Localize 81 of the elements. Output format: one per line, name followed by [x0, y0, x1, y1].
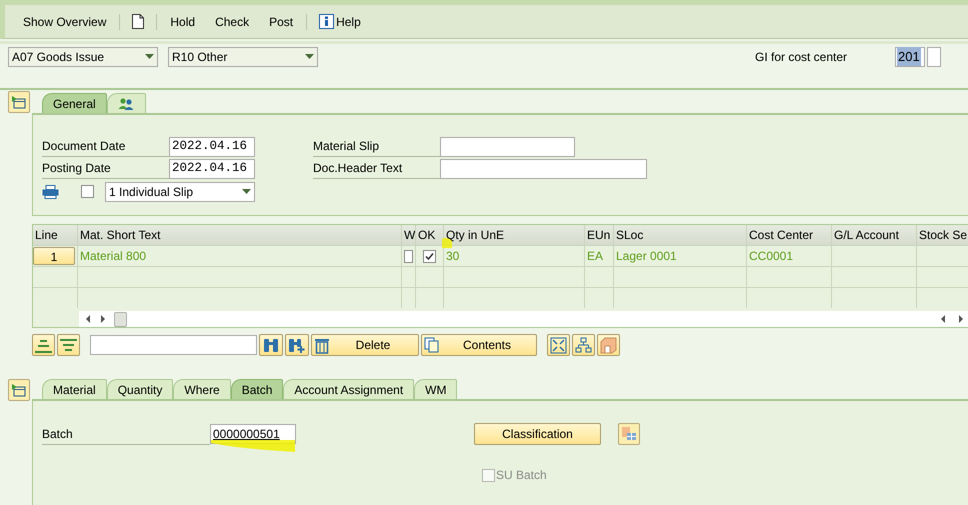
checkbox[interactable] — [81, 185, 94, 198]
checkbox[interactable] — [404, 250, 413, 262]
table-cell: Lager 0001 — [614, 246, 747, 266]
document-icon — [132, 14, 144, 29]
input-field[interactable] — [927, 46, 941, 66]
toolbar-button[interactable]: Hold — [169, 12, 196, 30]
column-header: SLoc — [614, 225, 747, 245]
contents-button[interactable]: Contents — [421, 334, 537, 356]
hierarchy-icon — [575, 336, 592, 354]
warehouse-button[interactable] — [597, 334, 620, 356]
row-number-button[interactable]: 1 — [33, 247, 75, 265]
info-icon — [319, 14, 334, 29]
panel-icon — [12, 96, 26, 108]
checkbox[interactable] — [423, 250, 436, 262]
date-field[interactable]: 2022.04.16 — [169, 136, 255, 156]
expand-icon — [550, 336, 567, 354]
caret-icon — [242, 189, 251, 194]
people-icon — [118, 97, 135, 110]
documents-icon — [424, 337, 440, 353]
table-cell: EA — [585, 246, 614, 266]
input-field[interactable] — [440, 158, 647, 178]
scrollbar[interactable] — [79, 311, 968, 327]
layout-button[interactable] — [8, 379, 30, 401]
toolbar-button[interactable]: Show Overview — [22, 12, 108, 30]
input-field[interactable]: 201 — [895, 46, 925, 66]
align-top-icon — [35, 338, 52, 352]
classification-button[interactable]: Classification — [474, 423, 601, 445]
column-header: EUn — [585, 225, 614, 245]
checkbox[interactable] — [482, 468, 495, 482]
column-header: G/L Account — [832, 225, 917, 245]
toolbar-button[interactable]: Post — [268, 12, 294, 30]
dropdown[interactable]: R10 Other — [168, 46, 318, 66]
table-view-button[interactable] — [618, 423, 640, 445]
expand-button[interactable] — [547, 334, 570, 356]
arrow-left-icon — [939, 315, 947, 323]
dropdown[interactable]: 1 Individual Slip — [105, 182, 255, 202]
find-next-button[interactable] — [285, 334, 309, 356]
toolbar-button[interactable]: Check — [214, 12, 250, 30]
tab[interactable]: Quantity — [106, 379, 174, 399]
tab[interactable]: Where — [173, 379, 231, 399]
input-field[interactable] — [90, 335, 257, 355]
arrow-right-icon — [957, 315, 965, 323]
column-header: Line — [33, 225, 78, 245]
find-button[interactable] — [259, 334, 283, 356]
dropdown[interactable]: A07 Goods Issue — [8, 46, 158, 66]
align-button[interactable] — [32, 334, 55, 356]
hierarchy-button[interactable] — [572, 334, 595, 356]
filter-button[interactable] — [57, 334, 80, 356]
scroll-thumb[interactable] — [114, 312, 127, 326]
column-header: Mat. Short Text — [78, 225, 402, 245]
caret-icon — [305, 54, 314, 59]
tab[interactable] — [106, 93, 146, 113]
date-field[interactable]: 2022.04.16 — [169, 158, 255, 178]
arrow-right-icon — [99, 315, 107, 323]
arrow-left-icon — [84, 315, 92, 323]
trash-icon — [314, 336, 330, 354]
caret-icon — [145, 54, 154, 59]
filter-icon — [60, 338, 77, 352]
layout-button[interactable] — [8, 91, 30, 113]
panel-icon — [12, 384, 26, 396]
new-document-button[interactable] — [132, 14, 144, 29]
document-grid-icon — [622, 427, 636, 441]
column-header: Cost Center — [747, 225, 832, 245]
column-header: W — [402, 225, 416, 245]
input-field[interactable] — [440, 136, 575, 156]
box-icon — [600, 336, 617, 354]
binoculars-icon — [262, 337, 280, 353]
table-cell: Material 800 — [78, 246, 402, 266]
tab[interactable]: Account Assignment — [283, 379, 414, 399]
tab[interactable]: Batch — [230, 379, 284, 399]
tab[interactable]: Material — [42, 379, 107, 399]
tab[interactable]: General — [42, 93, 107, 113]
column-header: Stock Se — [917, 225, 968, 245]
table-cell: CC0001 — [747, 246, 832, 266]
tab[interactable]: WM — [414, 379, 458, 399]
help-button[interactable]: Help — [319, 12, 361, 30]
checkbox-label: SU Batch — [496, 467, 547, 484]
binoculars-plus-icon — [288, 337, 306, 353]
field-label: GI for cost center — [755, 48, 848, 66]
delete-button[interactable]: Delete — [311, 334, 419, 356]
printer-icon — [42, 184, 59, 198]
